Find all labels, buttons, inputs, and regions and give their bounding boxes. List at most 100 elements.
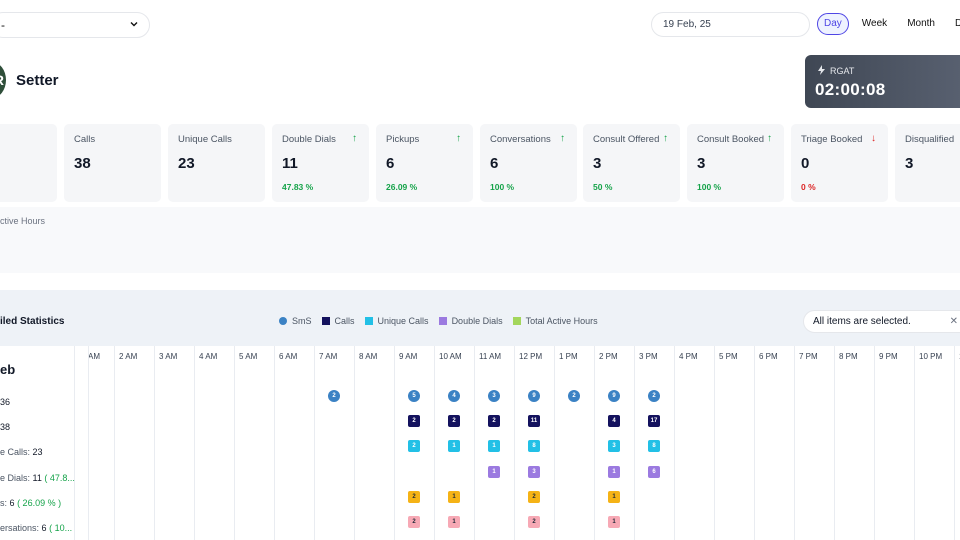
legend-item[interactable]: SmS: [279, 316, 312, 326]
cell-badge-unique[interactable]: 1: [448, 440, 460, 452]
detail-title: iled Statistics: [0, 316, 65, 327]
stat-title: Consult Booked: [697, 134, 765, 145]
hour-column: [274, 346, 275, 540]
hour-column: [234, 346, 235, 540]
cell-badge-pick[interactable]: 2: [408, 491, 420, 503]
rgat-card: RGAT 02:00:08: [805, 55, 960, 108]
stat-value: 11: [282, 155, 298, 172]
hour-column: [394, 346, 395, 540]
stat-percent: 50 %: [593, 182, 613, 192]
cell-badge-sms[interactable]: 5: [408, 390, 420, 402]
cell-badge-pick[interactable]: 1: [448, 491, 460, 503]
cell-badge-pick[interactable]: 2: [528, 491, 540, 503]
hour-label: 12 PM: [519, 352, 543, 361]
range-tabs: Day Week Month Date: [817, 13, 960, 35]
stat-percent: 100 %: [490, 182, 515, 192]
row-percent: ( 47.8...: [44, 473, 75, 483]
tab-date[interactable]: Date: [948, 13, 960, 35]
stat-value: 3: [593, 155, 602, 172]
cell-badge-dd[interactable]: 1: [608, 466, 620, 478]
hour-label: 7 AM: [319, 352, 338, 361]
row-label-conv: ersations: 6 ( 10...: [0, 523, 72, 533]
cell-badge-conv[interactable]: 1: [608, 516, 620, 528]
series-filter-select[interactable]: All items are selected. ✕: [803, 310, 960, 333]
row-percent: ( 26.09 % ): [17, 498, 62, 508]
stat-title: Consult Offered: [593, 134, 660, 145]
hour-label: 4 PM: [679, 352, 698, 361]
legend-swatch: [512, 317, 521, 325]
cell-badge-conv[interactable]: 2: [408, 516, 420, 528]
arrow-up-icon: ↑: [560, 133, 565, 144]
cell-badge-conv[interactable]: 2: [528, 516, 540, 528]
hour-column: [74, 346, 75, 540]
row-label-dd: e Dials: 11 ( 47.8...: [0, 473, 75, 483]
stat-percent: 26.09 %: [386, 182, 418, 192]
row-label-text: e Calls:: [0, 447, 31, 457]
hour-column: [354, 346, 355, 540]
cell-badge-dd[interactable]: 3: [528, 466, 540, 478]
cell-badge-dd[interactable]: 1: [488, 466, 500, 478]
chevron-down-icon: [129, 19, 139, 32]
stat-value: 6: [386, 155, 395, 172]
date-input[interactable]: 19 Feb, 25: [651, 12, 810, 37]
tab-day[interactable]: Day: [817, 13, 849, 35]
cell-badge-calls[interactable]: 17: [648, 415, 660, 427]
cell-badge-calls[interactable]: 2: [488, 415, 500, 427]
row-total: 6: [9, 498, 15, 508]
hour-label: 5 PM: [719, 352, 738, 361]
legend-label: SmS: [292, 316, 312, 326]
legend-item[interactable]: Total Active Hours: [512, 316, 598, 326]
cell-badge-calls[interactable]: 2: [448, 415, 460, 427]
cell-badge-sms[interactable]: 2: [328, 390, 340, 402]
hour-column: [794, 346, 795, 540]
cell-badge-unique[interactable]: 3: [608, 440, 620, 452]
cell-badge-sms[interactable]: 9: [608, 390, 620, 402]
hour-column: [594, 346, 595, 540]
cell-badge-calls[interactable]: 11: [528, 415, 540, 427]
cell-badge-unique[interactable]: 8: [648, 440, 660, 452]
legend-label: Total Active Hours: [525, 316, 598, 326]
row-label-unique: e Calls: 23: [0, 447, 43, 457]
tab-week[interactable]: Week: [855, 13, 894, 35]
lightning-icon: [817, 65, 826, 77]
cell-badge-unique[interactable]: 2: [408, 440, 420, 452]
cell-badge-sms[interactable]: 3: [488, 390, 500, 402]
hour-label: 6 AM: [279, 352, 298, 361]
cell-badge-sms[interactable]: 2: [648, 390, 660, 402]
close-icon[interactable]: ✕: [950, 311, 958, 332]
stat-percent: 47.83 %: [282, 182, 314, 192]
hour-label: 1 PM: [559, 352, 578, 361]
stat-value: 3: [905, 155, 914, 172]
cell-badge-calls[interactable]: 4: [608, 415, 620, 427]
legend-swatch: [438, 317, 447, 325]
tab-month[interactable]: Month: [900, 13, 942, 35]
agent-select-value: -: [1, 18, 5, 32]
legend-swatch: [279, 317, 287, 325]
stat-percent: 100 %: [697, 182, 722, 192]
stat-card-consult-offered: Consult Offered ↑ 3 50 %: [583, 124, 680, 202]
hour-column: [194, 346, 195, 540]
legend-item[interactable]: Double Dials: [438, 316, 503, 326]
cell-badge-dd[interactable]: 6: [648, 466, 660, 478]
cell-badge-sms[interactable]: 9: [528, 390, 540, 402]
rgat-label-row: RGAT: [817, 65, 854, 77]
legend-item[interactable]: Unique Calls: [364, 316, 429, 326]
hour-label: 7 PM: [799, 352, 818, 361]
legend-label: Double Dials: [451, 316, 503, 326]
cell-badge-unique[interactable]: 1: [488, 440, 500, 452]
agent-select[interactable]: -: [0, 12, 150, 38]
stat-value: 3: [697, 155, 706, 172]
legend-item[interactable]: Calls: [321, 316, 355, 326]
cell-badge-sms[interactable]: 4: [448, 390, 460, 402]
hour-label: 2 PM: [599, 352, 618, 361]
stat-value: 38: [74, 155, 91, 172]
cell-badge-unique[interactable]: 8: [528, 440, 540, 452]
cell-badge-calls[interactable]: 2: [408, 415, 420, 427]
cell-badge-pick[interactable]: 1: [608, 491, 620, 503]
hour-label: 8 PM: [839, 352, 858, 361]
stat-card-pickups: Pickups ↑ 6 26.09 %: [376, 124, 473, 202]
cell-badge-conv[interactable]: 1: [448, 516, 460, 528]
cell-badge-sms[interactable]: 2: [568, 390, 580, 402]
hour-column: [674, 346, 675, 540]
stat-card-double-dials: Double Dials ↑ 11 47.83 %: [272, 124, 369, 202]
